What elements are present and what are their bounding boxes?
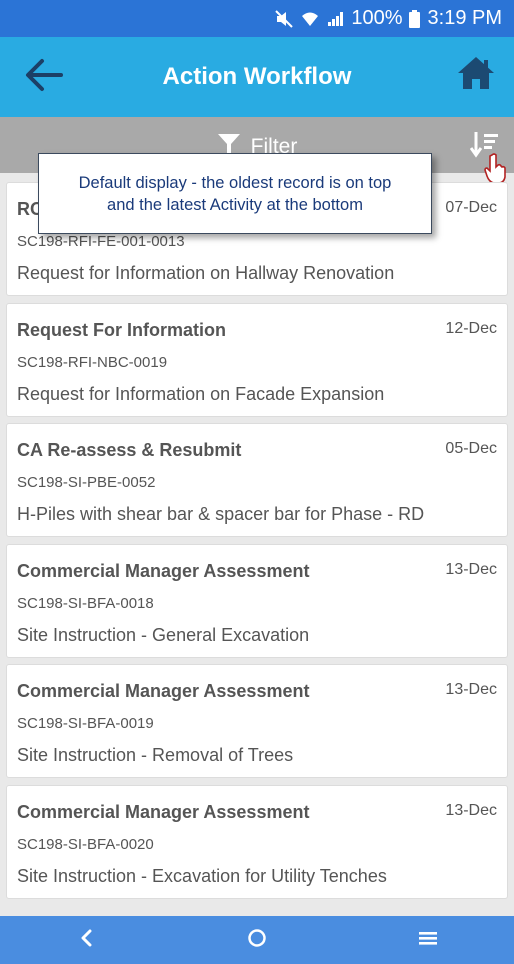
item-code: SC198-RFI-FE-001-0013 [17, 233, 185, 250]
list-item[interactable]: Commercial Manager Assessment 13-Dec SC1… [6, 543, 508, 658]
nav-menu-button[interactable] [343, 916, 514, 964]
item-description: Site Instruction - General Excavation [17, 624, 310, 645]
item-title: CA Re-assess & Resubmit [17, 440, 242, 460]
nav-home-circle-icon [247, 928, 267, 953]
list-item[interactable]: CA Re-assess & Resubmit 05-Dec SC198-SI-… [6, 423, 508, 537]
page-title: Action Workflow [162, 63, 352, 90]
app-bar: Action Workflow [0, 37, 514, 117]
battery-icon [408, 9, 420, 28]
back-button[interactable] [22, 55, 66, 99]
nav-back-button[interactable] [0, 916, 171, 964]
item-description: H-Piles with shear bar & spacer bar for … [17, 504, 425, 524]
item-code: SC198-SI-BFA-0020 [17, 835, 154, 853]
wifi-icon [301, 11, 319, 27]
nav-back-icon [79, 929, 93, 952]
list-item[interactable]: Commercial Manager Assessment 13-Dec SC1… [6, 664, 508, 778]
item-code: SC198-SI-PBE-0052 [17, 474, 156, 491]
item-date: 13-Dec [445, 681, 497, 698]
item-code: SC198-SI-BFA-0019 [17, 715, 154, 732]
nav-home-button[interactable] [171, 916, 342, 964]
system-nav-bar [0, 916, 514, 964]
item-description: Request for Information on Facade Expans… [17, 383, 385, 404]
item-date: 12-Dec [445, 319, 497, 337]
item-date: 13-Dec [445, 801, 497, 819]
item-description: Site Instruction - Removal of Trees [17, 745, 294, 765]
battery-level: 100% [351, 7, 403, 29]
item-date: 05-Dec [445, 440, 497, 457]
item-title: Commercial Manager Assessment [17, 801, 310, 822]
mute-icon [275, 9, 294, 28]
workflow-list: RO 07-Dec SC198-RFI-FE-001-0013 Request … [6, 182, 508, 905]
item-description: Site Instruction - Excavation for Utilit… [17, 865, 387, 886]
item-date: 07-Dec [445, 199, 497, 216]
item-title: Commercial Manager Assessment [17, 681, 310, 701]
nav-menu-icon [419, 930, 438, 951]
item-code: SC198-SI-BFA-0018 [17, 594, 154, 612]
status-bar: 100% 3:19 PM [0, 0, 514, 37]
item-title: Commercial Manager Assessment [17, 560, 310, 581]
callout-line-2: and the latest Activity at the bottom [107, 196, 363, 214]
clock: 3:19 PM [427, 7, 502, 29]
item-description: Request for Information on Hallway Renov… [17, 263, 395, 283]
annotation-callout: Default display - the oldest record is o… [38, 153, 432, 234]
back-arrow-icon [24, 58, 64, 97]
home-button[interactable] [454, 53, 498, 97]
item-code: SC198-RFI-NBC-0019 [17, 353, 168, 371]
item-title: Request For Information [17, 319, 227, 340]
item-date: 13-Dec [445, 560, 497, 578]
callout-line-1: Default display - the oldest record is o… [78, 174, 392, 192]
list-item[interactable]: Request For Information 12-Dec SC198-RFI… [6, 302, 508, 417]
list-item[interactable]: Commercial Manager Assessment 13-Dec SC1… [6, 784, 508, 899]
home-icon [456, 55, 496, 96]
signal-icon [327, 11, 344, 27]
